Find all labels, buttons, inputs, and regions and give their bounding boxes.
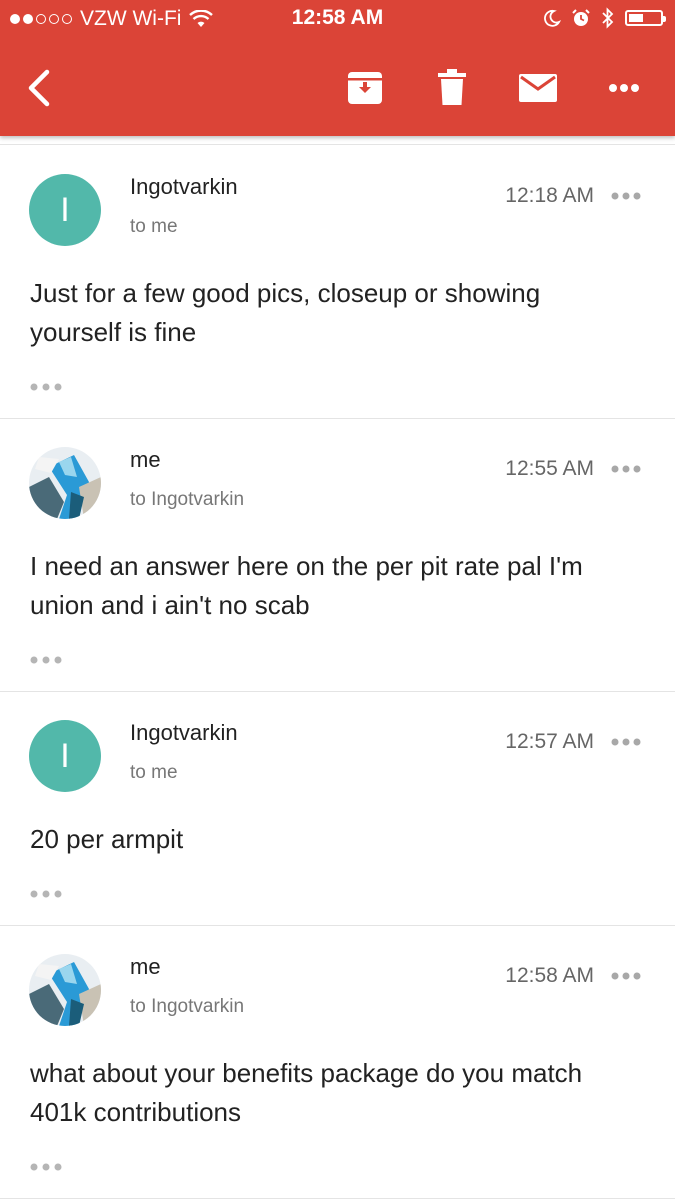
message-item[interactable]: me to Ingotvarkin 12:58 AM what about yo…: [0, 926, 675, 1199]
more-icon: [611, 972, 641, 980]
app-header: VZW Wi-Fi 12:58 AM: [0, 0, 675, 136]
mail-icon: [519, 74, 557, 102]
sender-name: Ingotvarkin: [130, 720, 238, 745]
battery-icon: [625, 10, 666, 26]
message-time: 12:18 AM: [505, 184, 594, 207]
more-icon: [611, 465, 641, 473]
profile-photo-icon: [29, 954, 101, 1026]
show-quoted-button[interactable]: [30, 656, 62, 664]
alarm-icon: [571, 8, 591, 28]
sender-name: me: [130, 447, 161, 472]
ellipsis-icon: [30, 656, 62, 664]
avatar[interactable]: I: [29, 174, 101, 246]
more-icon: [611, 192, 641, 200]
message-thread: I Ingotvarkin to me 12:18 AM Just for a …: [0, 146, 675, 1199]
ellipsis-icon: [30, 383, 62, 391]
status-bar: VZW Wi-Fi 12:58 AM: [0, 0, 675, 40]
message-body: what about your benefits package do you …: [30, 1058, 583, 1127]
message-more-button[interactable]: [611, 192, 641, 200]
bluetooth-icon: [601, 7, 615, 29]
show-quoted-button[interactable]: [30, 383, 62, 391]
recipient-label[interactable]: to me: [130, 762, 178, 784]
more-button[interactable]: [600, 64, 648, 112]
message-more-button[interactable]: [611, 738, 641, 746]
avatar[interactable]: I: [29, 720, 101, 792]
sender-name: Ingotvarkin: [130, 174, 238, 199]
ellipsis-icon: [30, 890, 62, 898]
message-time: 12:58 AM: [505, 964, 594, 987]
show-quoted-button[interactable]: [30, 890, 62, 898]
message-more-button[interactable]: [611, 972, 641, 980]
message-more-button[interactable]: [611, 465, 641, 473]
moon-icon: [543, 9, 561, 27]
message-item[interactable]: I Ingotvarkin to me 12:18 AM Just for a …: [0, 146, 675, 419]
message-item[interactable]: me to Ingotvarkin 12:55 AM I need an ans…: [0, 419, 675, 692]
show-quoted-button[interactable]: [30, 1163, 62, 1171]
back-button[interactable]: [16, 64, 64, 112]
message-body: I need an answer here on the per pit rat…: [30, 551, 583, 620]
back-icon: [28, 69, 50, 107]
archive-icon: [348, 72, 382, 104]
toolbar: [0, 40, 675, 136]
avatar-letter: I: [60, 736, 70, 775]
delete-button[interactable]: [428, 64, 476, 112]
more-icon: [611, 738, 641, 746]
ellipsis-icon: [30, 1163, 62, 1171]
status-right: [543, 7, 666, 29]
divider: [0, 144, 675, 145]
message-item[interactable]: I Ingotvarkin to me 12:57 AM 20 per armp…: [0, 692, 675, 926]
avatar[interactable]: [29, 447, 101, 519]
message-body: 20 per armpit: [30, 824, 184, 854]
more-icon: [609, 84, 639, 92]
recipient-label[interactable]: to Ingotvarkin: [130, 489, 244, 511]
profile-photo-icon: [29, 447, 101, 519]
recipient-label[interactable]: to me: [130, 216, 178, 238]
sender-name: me: [130, 954, 161, 979]
message-body: Just for a few good pics, closeup or sho…: [30, 278, 541, 347]
avatar[interactable]: [29, 954, 101, 1026]
delete-icon: [438, 69, 466, 105]
message-time: 12:55 AM: [505, 457, 594, 480]
avatar-letter: I: [60, 190, 70, 229]
recipient-label[interactable]: to Ingotvarkin: [130, 996, 244, 1018]
mark-unread-button[interactable]: [514, 64, 562, 112]
message-time: 12:57 AM: [505, 730, 594, 753]
archive-button[interactable]: [341, 64, 389, 112]
